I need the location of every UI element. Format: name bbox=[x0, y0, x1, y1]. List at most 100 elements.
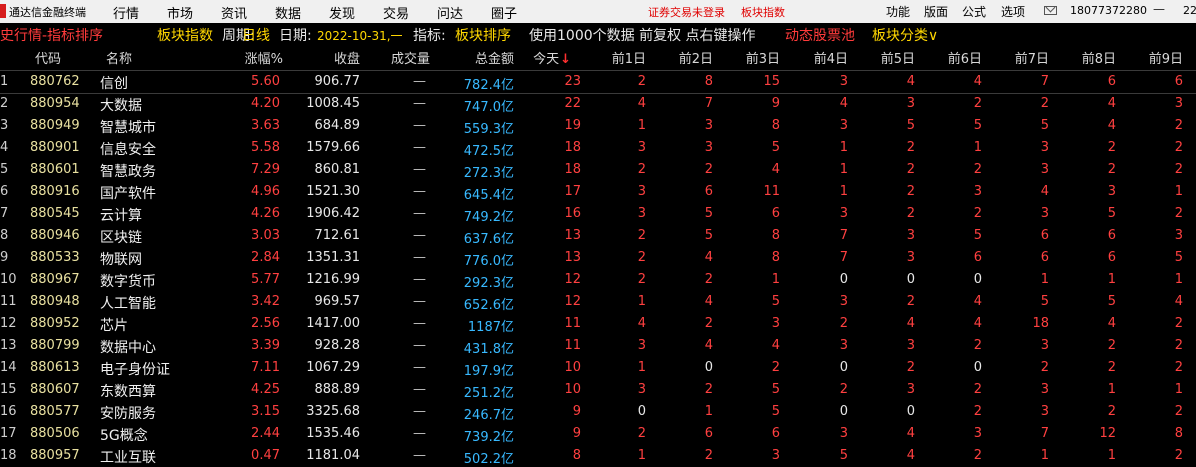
volume: — bbox=[413, 184, 426, 199]
board-name: 物联网 bbox=[100, 252, 142, 268]
col-prev2[interactable]: 前2日 bbox=[665, 48, 713, 67]
today-count: 9 bbox=[572, 426, 581, 441]
prev-day-1-count: 4 bbox=[637, 316, 646, 331]
prev-day-6-count: 6 bbox=[973, 250, 982, 265]
row-index: 16 bbox=[0, 404, 17, 419]
prev-day-4-count: 3 bbox=[839, 426, 848, 441]
col-today[interactable]: 今天↓ bbox=[525, 48, 571, 67]
menu-xuanxiang[interactable]: 选项 bbox=[1001, 3, 1025, 20]
prev-day-3-count: 5 bbox=[771, 382, 780, 397]
table-row[interactable]: 10 880967 数字货币 5.77 1216.99—292.3亿 12 2 2 1 0 0 0 1 1… bbox=[0, 269, 1196, 291]
col-name[interactable]: 名称 bbox=[106, 48, 132, 67]
date-value[interactable]: 2022-10-31,一 bbox=[317, 27, 403, 44]
col-code[interactable]: 代码 bbox=[35, 48, 61, 67]
table-row[interactable]: 14 880613 电子身份证 7.11 1067.29—197.9亿 10 1 0 2 0 2 0 2… bbox=[0, 357, 1196, 379]
dynamic-pool-button[interactable]: 动态股票池 bbox=[785, 25, 855, 45]
prev-day-8-count: 2 bbox=[1107, 140, 1116, 155]
table-row[interactable]: 5 880601 智慧政务 7.29 860.81 — 272.3亿 18 2 2 4 1 2 2 3 2 2 bbox=[0, 159, 1196, 181]
table-row[interactable]: 17 880506 5G概念 2.44 1535.46 — 739.2亿 9 2 6 6 3 4 3 7 12… bbox=[0, 423, 1196, 445]
col-prev1[interactable]: 前1日 bbox=[598, 48, 646, 67]
close-price: 1351.31 bbox=[306, 250, 360, 265]
menu-shuju[interactable]: 数据 bbox=[275, 3, 301, 22]
hint-text: 使用1000个数据 前复权 点右键操作 bbox=[529, 28, 756, 44]
col-prev6[interactable]: 前6日 bbox=[934, 48, 982, 67]
prev-day-5-count: 3 bbox=[906, 382, 915, 397]
change-pct: 2.44 bbox=[251, 426, 280, 441]
table-row[interactable]: 8 880946 区块链 3.03 712.61 — 637.6亿 13 2 5 8 7 3 5 6 6 3 bbox=[0, 225, 1196, 247]
total-amount: 637.6亿 bbox=[463, 232, 514, 247]
table-row[interactable]: 11 880948 人工智能 3.42 969.57 — 652.6亿 12 1 4 5 3 2 4 5 5 4 bbox=[0, 291, 1196, 313]
prev-day-9-count: 2 bbox=[1174, 316, 1183, 331]
col-prev5[interactable]: 前5日 bbox=[867, 48, 915, 67]
change-pct: 3.03 bbox=[251, 228, 280, 243]
table-row[interactable]: 13 880799 数据中心 3.39 928.28 — 431.8亿 11 3 4 4 3 3 2 3 2 2 bbox=[0, 335, 1196, 357]
menu-faxian[interactable]: 发现 bbox=[329, 3, 355, 22]
board-name: 区块链 bbox=[100, 230, 142, 246]
table-row[interactable]: 7 880545 云计算 4.26 1906.42 — 749.2亿 16 3 5 6 3 2 2 3 5 2 bbox=[0, 203, 1196, 225]
menu-hangqing[interactable]: 行情 bbox=[113, 3, 139, 22]
table-row[interactable]: 1 880762 信创 5.60 906.77 — 782.4亿 23 2 8 15 3 4 4 7 6 6 bbox=[0, 70, 1196, 94]
today-count: 23 bbox=[564, 74, 581, 89]
menu-gongneng[interactable]: 功能 bbox=[886, 3, 910, 20]
prev-day-9-count: 2 bbox=[1174, 162, 1183, 177]
prev-day-7-count: 2 bbox=[1040, 360, 1049, 375]
board-category-dropdown[interactable]: 板块分类∨ bbox=[872, 25, 938, 45]
row-index: 8 bbox=[0, 228, 9, 243]
table-header: 代码 名称 涨幅% 收盘 成交量 总金额 今天↓ 前1日 前2日 前3日 前4日… bbox=[0, 48, 1196, 70]
prev-day-8-count: 1 bbox=[1107, 382, 1116, 397]
col-prev7[interactable]: 前7日 bbox=[1001, 48, 1049, 67]
board-type[interactable]: 板块指数 bbox=[157, 25, 213, 45]
menu-zixun[interactable]: 资讯 bbox=[221, 3, 247, 22]
volume: — bbox=[413, 382, 426, 397]
table-row[interactable]: 9 880533 物联网 2.84 1351.31 — 776.0亿 13 2 4 8 7 3 6 6 6 5 bbox=[0, 247, 1196, 269]
change-pct: 3.39 bbox=[251, 338, 280, 353]
row-index: 15 bbox=[0, 382, 17, 397]
menu-gongshi[interactable]: 公式 bbox=[962, 3, 986, 20]
prev-day-8-count: 1 bbox=[1107, 272, 1116, 287]
menu-jiaoyi[interactable]: 交易 bbox=[383, 3, 409, 22]
col-pct[interactable]: 涨幅% bbox=[220, 48, 283, 67]
table-row[interactable]: 2 880954 大数据 4.20 1008.45—747.0亿 22 4 7 9 4 3 2 2 4 3 bbox=[0, 93, 1196, 115]
col-prev4[interactable]: 前4日 bbox=[800, 48, 848, 67]
table-row[interactable]: 6 880916 国产软件 4.96 1521.30—645.4亿 17 3 6 11 1 2 3 4 3… bbox=[0, 181, 1196, 203]
table-row[interactable]: 3 880949 智慧城市 3.63 684.89—559.3亿 19 1 3 8 3 5 5 5 4 2 bbox=[0, 115, 1196, 137]
prev-day-3-count: 4 bbox=[771, 338, 780, 353]
board-code: 880577 bbox=[30, 404, 80, 419]
col-prev3[interactable]: 前3日 bbox=[732, 48, 780, 67]
col-prev9[interactable]: 前9日 bbox=[1135, 48, 1183, 67]
prev-day-5-count: 2 bbox=[906, 206, 915, 221]
col-volume[interactable]: 成交量 bbox=[370, 48, 430, 67]
today-count: 8 bbox=[572, 448, 581, 463]
prev-day-2-count: 6 bbox=[704, 184, 713, 199]
col-prev8[interactable]: 前8日 bbox=[1068, 48, 1116, 67]
user-phone[interactable]: 18077372280 bbox=[1070, 4, 1147, 17]
col-close[interactable]: 收盘 bbox=[300, 48, 360, 67]
login-status[interactable]: 证券交易未登录 bbox=[648, 4, 725, 20]
table-row[interactable]: 15 880607 东数西算 4.25 888.89 — 251.2亿 10 3 2 5 2 3 2 3 1 1 bbox=[0, 379, 1196, 401]
board-code: 880967 bbox=[30, 272, 80, 287]
table-row[interactable]: 16 880577 安防服务 3.15 3325.68 — 246.7亿 9 0 1 5 0 0 2 3 2 2 bbox=[0, 401, 1196, 423]
volume: — bbox=[413, 140, 426, 155]
prev-day-6-count: 5 bbox=[973, 118, 982, 133]
prev-day-8-count: 6 bbox=[1107, 250, 1116, 265]
mail-icon[interactable] bbox=[1044, 6, 1057, 15]
table-row[interactable]: 12 880952 芯片 2.56 1417.00 — 1187亿 11 4 2 3 2 4 4 18 4 2 bbox=[0, 313, 1196, 335]
col-today-label: 今天 bbox=[533, 52, 560, 67]
menu-banmian[interactable]: 版面 bbox=[924, 3, 948, 20]
volume: — bbox=[413, 96, 426, 111]
total-amount: 782.4亿 bbox=[463, 78, 514, 93]
indicator-value[interactable]: 板块排序 bbox=[455, 25, 511, 45]
minimize-icon[interactable]: — bbox=[1153, 2, 1165, 16]
menu-wenda[interactable]: 问达 bbox=[437, 3, 463, 22]
today-count: 19 bbox=[564, 118, 581, 133]
prev-day-1-count: 3 bbox=[637, 338, 646, 353]
prev-day-7-count: 6 bbox=[1040, 228, 1049, 243]
table-row[interactable]: 18 880957 工业互联 0.47 1181.04 — 502.2亿 8 1 2 3 5 4 2 1 1 2 bbox=[0, 445, 1196, 467]
col-amount[interactable]: 总金额 bbox=[450, 48, 514, 67]
today-count: 18 bbox=[564, 140, 581, 155]
table-row[interactable]: 4 880901 信息安全 5.58 1579.66 — 472.5亿 18 3 3 5 1 2 1 3 2 2 bbox=[0, 137, 1196, 159]
menu-shichang[interactable]: 市场 bbox=[167, 3, 193, 22]
period-value[interactable]: 日线 bbox=[242, 25, 270, 45]
volume: — bbox=[413, 404, 426, 419]
menu-quanzi[interactable]: 圈子 bbox=[491, 3, 517, 22]
